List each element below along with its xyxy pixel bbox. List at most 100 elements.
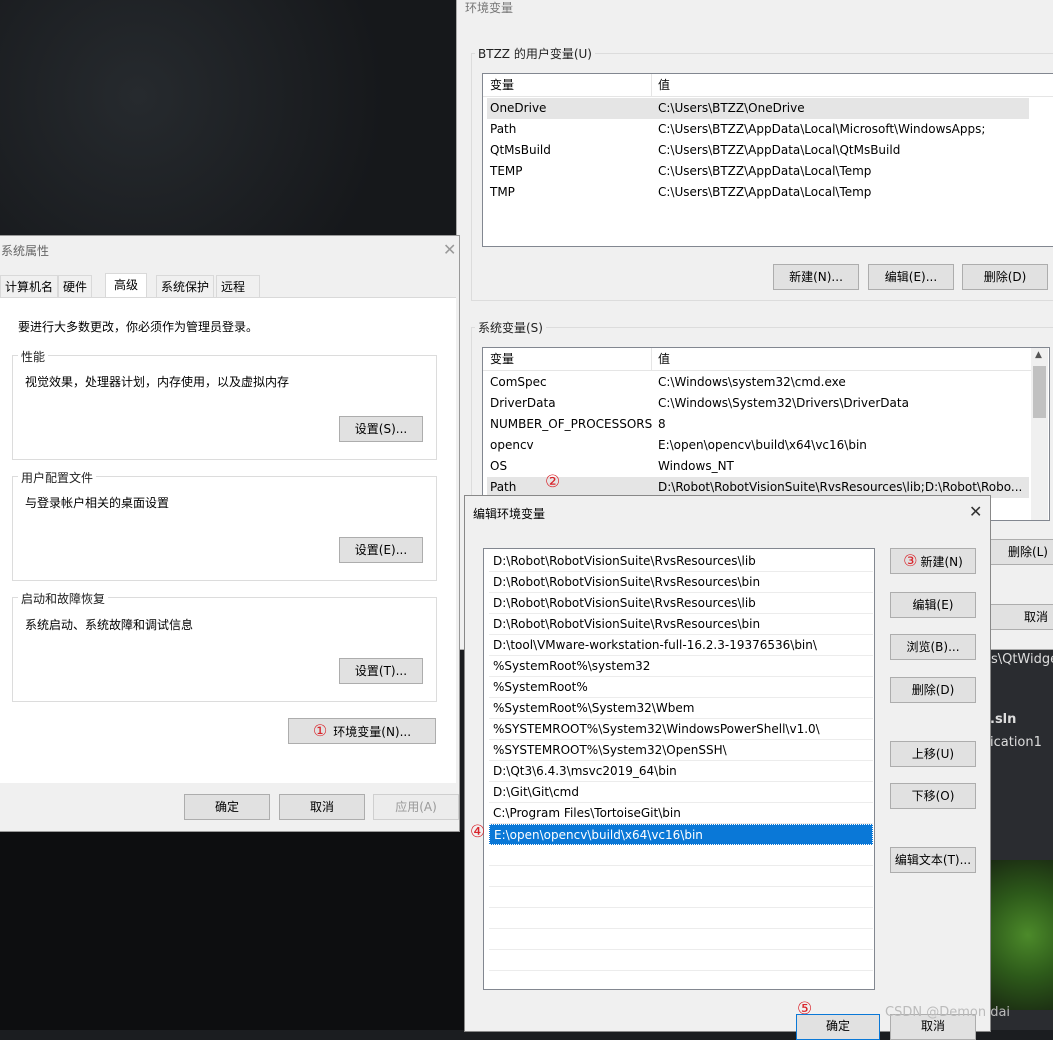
performance-group — [12, 355, 437, 460]
annotation-3: ③ — [903, 551, 918, 570]
list-item[interactable]: D:\Qt3\6.4.3\msvc2019_64\bin — [489, 761, 873, 782]
watermark: CSDN @Demon dai — [885, 1005, 1011, 1020]
tab-remote[interactable]: 远程 — [216, 275, 261, 299]
scroll-up-icon[interactable]: ▲ — [1035, 350, 1042, 360]
row-name: OS — [490, 459, 508, 473]
list-item[interactable]: %SYSTEMROOT%\System32\WindowsPowerShell\… — [489, 719, 873, 740]
vertical-scrollbar[interactable]: ▲ — [1031, 348, 1048, 520]
row-name: Path — [490, 122, 517, 136]
edit-entry-button[interactable]: 编辑(E) — [890, 592, 976, 618]
list-item[interactable]: %SystemRoot%\system32 — [489, 656, 873, 677]
table-row[interactable]: TMP C:\Users\BTZZ\AppData\Local\Temp — [487, 182, 1029, 203]
startup-recovery-label: 启动和故障恢复 — [18, 590, 109, 607]
annotation-2: ② — [545, 472, 561, 492]
background-image-thumbnail — [990, 860, 1053, 1010]
table-row[interactable]: QtMsBuild C:\Users\BTZZ\AppData\Local\Qt… — [487, 140, 1029, 161]
row-name: DriverData — [490, 396, 556, 410]
annotation-1: ① — [312, 721, 328, 740]
table-row[interactable]: OneDrive C:\Users\BTZZ\OneDrive — [487, 98, 1029, 119]
new-entry-button-label: 新建(N) — [920, 555, 963, 569]
background-app-text: ication1 — [990, 735, 1042, 750]
header-value: 值 — [658, 78, 671, 92]
row-name: ComSpec — [490, 375, 547, 389]
list-item[interactable]: %SystemRoot% — [489, 677, 873, 698]
row-name: TEMP — [490, 164, 523, 178]
admin-note: 要进行大多数更改，你必须作为管理员登录。 — [18, 320, 259, 334]
tab-computer-name[interactable]: 计算机名 — [0, 275, 59, 299]
user-edit-button[interactable]: 编辑(E)... — [868, 264, 954, 290]
path-entries-list[interactable]: D:\Robot\RobotVisionSuite\RvsResources\l… — [483, 548, 875, 990]
list-item[interactable]: D:\tool\VMware-workstation-full-16.2.3-1… — [489, 635, 873, 656]
row-value: C:\Windows\System32\Drivers\DriverData — [658, 396, 909, 410]
apply-button[interactable]: 应用(A) — [373, 794, 459, 820]
delete-entry-button[interactable]: 删除(D) — [890, 677, 976, 703]
list-item[interactable]: %SystemRoot%\System32\Wbem — [489, 698, 873, 719]
window-title: 系统属性 — [1, 244, 50, 258]
desktop-background — [0, 0, 460, 240]
header-variable: 变量 — [490, 78, 515, 92]
background-sln-text: .sln — [990, 712, 1017, 727]
table-row[interactable]: Path C:\Users\BTZZ\AppData\Local\Microso… — [487, 119, 1029, 140]
annotation-4: ④ — [470, 822, 486, 842]
table-row[interactable]: NUMBER_OF_PROCESSORS 8 — [487, 414, 1029, 435]
environment-variables-button[interactable]: ① 环境变量(N)... — [288, 718, 436, 744]
row-name: TMP — [490, 185, 515, 199]
row-value: C:\Users\BTZZ\AppData\Local\Temp — [658, 185, 872, 199]
user-new-button[interactable]: 新建(N)... — [773, 264, 859, 290]
row-name: QtMsBuild — [490, 143, 551, 157]
table-row[interactable]: OS Windows_NT — [487, 456, 1029, 477]
list-header: 变量 值 — [483, 74, 1053, 97]
list-item-selected[interactable]: E:\open\opencv\build\x64\vc16\bin — [489, 824, 873, 845]
system-variables-label: 系统变量(S) — [475, 319, 546, 336]
move-up-button[interactable]: 上移(U) — [890, 741, 976, 767]
list-item[interactable]: D:\Robot\RobotVisionSuite\RvsResources\l… — [489, 551, 873, 572]
performance-settings-button[interactable]: 设置(S)... — [339, 416, 423, 442]
tab-hardware[interactable]: 硬件 — [58, 275, 93, 299]
window-title: 环境变量 — [465, 1, 514, 15]
row-value: Windows_NT — [658, 459, 734, 473]
move-down-button[interactable]: 下移(O) — [890, 783, 976, 809]
cancel-button[interactable]: 取消 — [279, 794, 365, 820]
tab-system-protection[interactable]: 系统保护 — [156, 275, 215, 299]
row-value: C:\Windows\system32\cmd.exe — [658, 375, 846, 389]
row-value: C:\Users\BTZZ\AppData\Local\Temp — [658, 164, 872, 178]
background-path-text: os\QtWidge — [983, 652, 1053, 667]
close-icon[interactable]: ✕ — [969, 502, 982, 521]
row-value: C:\Users\BTZZ\OneDrive — [658, 101, 805, 115]
row-name: NUMBER_OF_PROCESSORS — [490, 417, 653, 431]
environment-variables-button-label: 环境变量(N)... — [333, 725, 412, 739]
list-item[interactable]: D:\Robot\RobotVisionSuite\RvsResources\l… — [489, 593, 873, 614]
user-delete-button[interactable]: 删除(D) — [962, 264, 1048, 290]
close-icon[interactable]: ✕ — [443, 240, 456, 259]
table-row[interactable]: ComSpec C:\Windows\system32\cmd.exe — [487, 372, 1029, 393]
row-value: 8 — [658, 417, 666, 431]
table-row[interactable]: TEMP C:\Users\BTZZ\AppData\Local\Temp — [487, 161, 1029, 182]
table-row[interactable]: DriverData C:\Windows\System32\Drivers\D… — [487, 393, 1029, 414]
new-entry-button[interactable]: ③ 新建(N) — [890, 548, 976, 574]
row-value: E:\open\opencv\build\x64\vc16\bin — [658, 438, 867, 452]
user-variables-label: BTZZ 的用户变量(U) — [475, 45, 595, 62]
performance-description: 视觉效果，处理器计划，内存使用，以及虚拟内存 — [25, 375, 290, 389]
user-variables-list[interactable]: 变量 值 OneDrive C:\Users\BTZZ\OneDrive Pat… — [482, 73, 1053, 247]
tab-advanced[interactable]: 高级 — [105, 273, 148, 300]
list-item[interactable]: %SYSTEMROOT%\System32\OpenSSH\ — [489, 740, 873, 761]
browse-button[interactable]: 浏览(B)... — [890, 634, 976, 660]
user-profiles-settings-button[interactable]: 设置(E)... — [339, 537, 423, 563]
list-item[interactable]: D:\Robot\RobotVisionSuite\RvsResources\b… — [489, 614, 873, 635]
scrollbar-thumb[interactable] — [1033, 366, 1046, 418]
user-profiles-group — [12, 476, 437, 581]
dialog-title: 编辑环境变量 — [473, 507, 546, 521]
row-name: opencv — [490, 438, 534, 452]
startup-recovery-settings-button[interactable]: 设置(T)... — [339, 658, 423, 684]
list-item[interactable]: D:\Git\Git\cmd — [489, 782, 873, 803]
row-value: C:\Users\BTZZ\AppData\Local\QtMsBuild — [658, 143, 901, 157]
performance-label: 性能 — [18, 348, 49, 365]
list-item[interactable]: C:\Program Files\TortoiseGit\bin — [489, 803, 873, 824]
ok-button[interactable]: 确定 — [184, 794, 270, 820]
desktop-background-bottom — [0, 830, 470, 1030]
list-item[interactable]: D:\Robot\RobotVisionSuite\RvsResources\b… — [489, 572, 873, 593]
list-header: 变量 值 — [483, 348, 1031, 371]
edit-text-button[interactable]: 编辑文本(T)... — [890, 847, 976, 873]
dialog-ok-button[interactable]: 确定 — [796, 1014, 880, 1040]
table-row[interactable]: opencv E:\open\opencv\build\x64\vc16\bin — [487, 435, 1029, 456]
